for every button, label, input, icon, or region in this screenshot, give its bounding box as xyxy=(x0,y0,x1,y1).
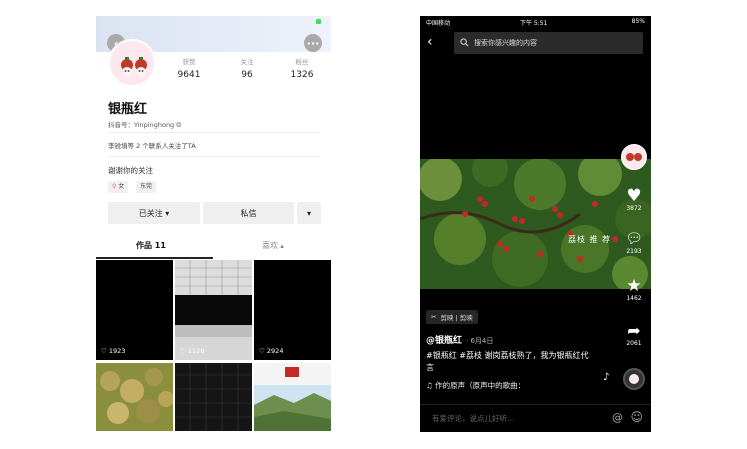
heart-icon: ♥ xyxy=(626,186,642,206)
work-thumbnail[interactable]: ♡ 2924 xyxy=(254,260,331,360)
status-bar: 中国移动 下午 5:51 85% xyxy=(420,16,651,28)
battery-level: 85% xyxy=(631,18,645,25)
battery-icon xyxy=(316,19,321,24)
music-line[interactable]: ♫ 作的原声（原声中的歌曲： xyxy=(426,380,525,391)
back-arrow-icon[interactable]: ‹ xyxy=(427,34,433,50)
stat-likes-value: 9641 xyxy=(177,70,201,80)
stat-following[interactable]: 关注 96 xyxy=(222,56,272,80)
capcut-chip-text: 剪映 | 剪映 xyxy=(440,314,473,322)
douyin-id-text: 抖音号：Yinpinghong xyxy=(108,121,175,129)
gender-tag: ♀ 女 xyxy=(108,181,129,193)
author-name: @银瓶红 xyxy=(426,336,463,346)
comment-bar[interactable]: 有爱评论，说点儿好听… @ ☺ xyxy=(420,404,651,432)
work-likes-count: 2924 xyxy=(266,347,284,355)
music-note-icon: ♪ xyxy=(603,372,610,383)
capcut-icon: ✂ xyxy=(431,313,437,321)
work-likes: ♡ 2924 xyxy=(259,347,283,355)
tab-likes[interactable]: 喜欢 🔒︎ xyxy=(262,240,284,251)
video-description[interactable]: #银瓶红 #荔枝 谢岗荔枝熟了，我为银瓶红代言 xyxy=(426,350,596,374)
followed-button[interactable]: 已关注 ▾ xyxy=(108,202,200,224)
profile-bio: 谢谢你的关注 xyxy=(108,166,153,175)
location-tag: 东莞 xyxy=(136,181,157,193)
author-line[interactable]: @银瓶红 · 6月4日 xyxy=(426,333,493,346)
works-grid: ♡ 1923 ♡ 1128 ♡ 2924 xyxy=(96,260,331,432)
music-disc-button[interactable] xyxy=(619,368,649,390)
music-icon: ♫ xyxy=(426,381,433,390)
comment-icon: 💬︎ xyxy=(625,231,643,247)
landscape-thumbnail xyxy=(254,367,331,431)
favorite-count: 1462 xyxy=(626,295,642,302)
stat-followers[interactable]: 粉丝 1326 xyxy=(277,56,327,80)
stat-likes[interactable]: 获赞 9641 xyxy=(164,56,214,80)
stat-likes-label: 获赞 xyxy=(182,58,196,66)
divider xyxy=(108,156,319,157)
search-placeholder: 搜索你感兴趣的内容 xyxy=(474,39,537,47)
status-time: 下午 5:51 xyxy=(520,20,548,27)
work-likes-count: 1128 xyxy=(187,347,205,355)
post-date: · 6月4日 xyxy=(466,337,494,345)
share-icon: ➦ xyxy=(627,321,641,340)
at-mention-icon[interactable]: @ xyxy=(612,411,623,424)
share-count: 2061 xyxy=(626,340,642,347)
like-button[interactable]: ♥ 3872 xyxy=(619,187,649,212)
more-dropdown-button[interactable]: ▾ xyxy=(297,202,321,224)
music-title: 作的原声（原声中的歌曲： xyxy=(435,381,526,390)
share-button[interactable]: ➦ 2061 xyxy=(619,321,649,348)
author-avatar xyxy=(621,144,647,170)
copy-icon[interactable]: ⧉ xyxy=(176,121,181,129)
gender-tag-text: 女 xyxy=(118,183,125,190)
tab-likes-label: 喜欢 xyxy=(262,241,278,250)
like-count: 3872 xyxy=(626,205,642,212)
heart-outline-icon: ♡ xyxy=(101,347,107,355)
work-thumbnail[interactable]: ♡ 1128 xyxy=(175,260,252,360)
work-likes: ♡ 1128 xyxy=(180,347,204,355)
work-thumbnail[interactable]: ♡ 1923 xyxy=(96,260,173,360)
tab-works[interactable]: 作品 11 xyxy=(136,240,166,251)
divider xyxy=(108,132,319,133)
comment-input[interactable]: 有爱评论，说点儿好听… xyxy=(432,413,515,424)
profile-name: 银瓶红 xyxy=(108,102,148,117)
female-icon: ♀ xyxy=(112,183,117,190)
heart-outline-icon: ♡ xyxy=(180,347,186,355)
emoji-icon[interactable]: ☺ xyxy=(630,410,643,424)
capcut-chip[interactable]: ✂ 剪映 | 剪映 xyxy=(426,310,478,324)
work-thumbnail[interactable] xyxy=(175,363,252,431)
profile-screen: ‹ ··· 获赞 9641 关注 96 粉丝 1326 银瓶红 抖音号：Yinp… xyxy=(96,16,331,432)
carrier-label: 中国移动 xyxy=(426,20,451,27)
stat-followers-label: 粉丝 xyxy=(295,58,309,66)
work-thumbnail[interactable] xyxy=(254,363,331,431)
douyin-id[interactable]: 抖音号：Yinpinghong ⧉ xyxy=(108,119,181,130)
video-overlay-text: 荔枝 推 荐 xyxy=(568,235,612,244)
stat-following-label: 关注 xyxy=(240,58,254,66)
stat-following-value: 96 xyxy=(241,70,253,80)
grid-thumbnail-image xyxy=(175,260,252,360)
music-disc-icon xyxy=(623,368,645,390)
star-icon: ★ xyxy=(626,276,642,296)
lychee-tree-video-frame xyxy=(420,151,651,292)
grid-thumbnail-image xyxy=(175,363,252,431)
contacts-following-note[interactable]: 李锐填等 2 个联系人关注了TA xyxy=(108,140,196,150)
comment-count: 2193 xyxy=(626,248,642,255)
message-button[interactable]: 私信 xyxy=(203,202,294,224)
comment-button[interactable]: 💬︎ 2193 xyxy=(619,230,649,255)
work-thumbnail[interactable] xyxy=(96,363,173,431)
work-likes-count: 1923 xyxy=(108,347,126,355)
search-icon xyxy=(460,38,469,47)
active-tab-indicator xyxy=(96,257,213,259)
lock-icon: 🔒︎ xyxy=(280,243,284,250)
work-likes: ♡ 1923 xyxy=(101,347,125,355)
heart-outline-icon: ♡ xyxy=(259,347,265,355)
author-avatar-button[interactable] xyxy=(619,144,649,170)
favorite-button[interactable]: ★ 1462 xyxy=(619,277,649,302)
video-screen: 中国移动 下午 5:51 85% ‹ 搜索你感兴趣的内容 荔枝 推 荐 ♥ 38… xyxy=(420,16,651,432)
more-options-button[interactable]: ··· xyxy=(304,34,322,52)
lychee-photo xyxy=(96,363,173,431)
search-bar[interactable]: 搜索你感兴趣的内容 xyxy=(454,32,643,54)
avatar[interactable] xyxy=(108,39,156,87)
stat-followers-value: 1326 xyxy=(290,70,314,80)
video-player[interactable]: 荔枝 推 荐 xyxy=(420,151,651,292)
